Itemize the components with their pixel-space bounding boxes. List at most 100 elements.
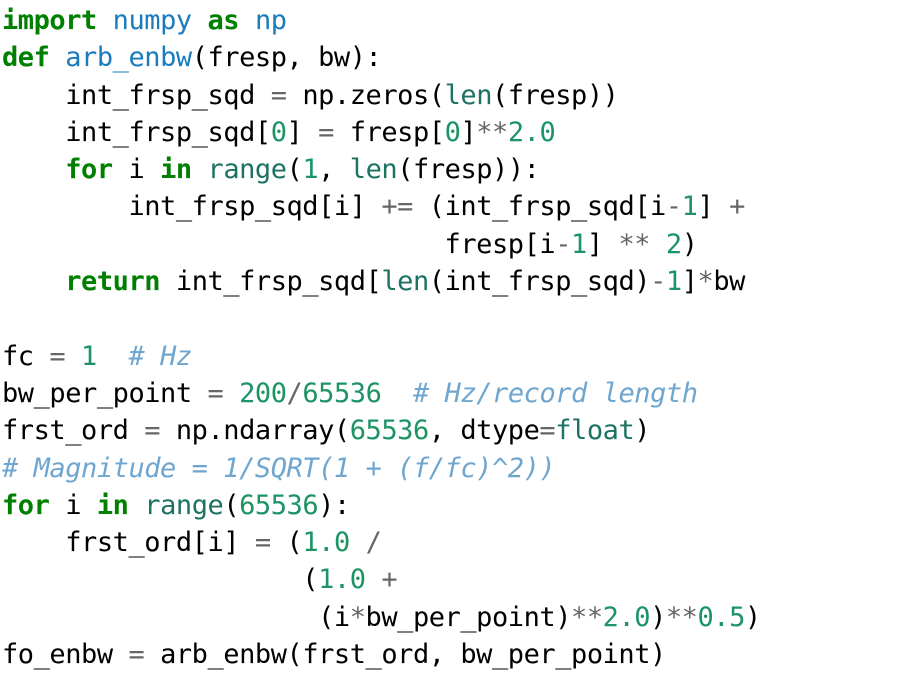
code-token-plain: ] xyxy=(681,266,698,298)
code-line[interactable]: int_frsp_sqd[i] += (int_frsp_sqd[i-1] + xyxy=(0,188,913,225)
code-token-plain: np.zeros( xyxy=(286,79,445,111)
code-line[interactable]: def arb_enbw(fresp, bw): xyxy=(0,39,913,76)
code-token-op: - xyxy=(555,228,572,260)
code-token-plain: bw_per_point xyxy=(2,377,208,409)
code-line[interactable]: bw_per_point = 200/65536 # Hz/record len… xyxy=(0,375,913,412)
code-token-op: * xyxy=(697,266,714,298)
code-token-name: numpy xyxy=(112,5,192,36)
code-token-plain: ) xyxy=(634,415,651,447)
code-token-name: arb_enbw xyxy=(65,42,192,74)
code-token-num: 1.0 xyxy=(302,527,350,559)
code-line[interactable]: import numpy as np xyxy=(0,0,913,39)
code-line[interactable]: (1.0 + xyxy=(0,561,913,598)
code-token-num: 0 xyxy=(444,116,461,148)
code-token-plain: ( xyxy=(270,527,303,559)
code-token-builtin: len xyxy=(444,79,493,111)
code-token-plain: frst_ord xyxy=(2,415,145,447)
code-token-kw: for xyxy=(65,154,113,186)
code-line[interactable]: # Magnitude = 1/SQRT(1 + (f/fc)^2)) xyxy=(0,450,913,487)
code-token-comment: # Hz xyxy=(128,340,192,372)
code-listing[interactable]: import numpy as np def arb_enbw(fresp, bw… xyxy=(0,0,913,670)
code-token-kw: in xyxy=(160,154,192,186)
code-line[interactable]: fresp[i-1] ** 2) xyxy=(0,226,913,263)
code-token-plain: (fresp)) xyxy=(492,79,619,111)
code-line[interactable]: frst_ord[i] = (1.0 / xyxy=(0,524,913,561)
code-token-num: 65536 xyxy=(302,377,382,409)
code-token-plain: , dtype xyxy=(428,415,540,447)
code-token-kw: for xyxy=(2,489,50,521)
code-token-op: ** xyxy=(665,601,698,633)
code-token-plain: , xyxy=(318,154,350,186)
code-token-comment: # Hz/record length xyxy=(413,377,698,409)
code-token-op: = xyxy=(128,639,145,671)
code-token-op: = xyxy=(207,377,224,409)
code-token-op: = xyxy=(270,79,287,111)
code-token-plain: ] xyxy=(286,116,319,148)
code-token-plain: ( xyxy=(223,489,240,521)
code-token-plain: fc xyxy=(2,340,50,372)
code-token-num: 2.0 xyxy=(507,116,556,148)
code-token-plain: ) xyxy=(681,228,698,260)
code-token-plain: (int_frsp_sqd) xyxy=(428,266,651,298)
code-line[interactable]: int_frsp_sqd[0] = fresp[0]**2.0 xyxy=(0,114,913,151)
code-token-plain: bw xyxy=(713,266,745,298)
code-line[interactable]: frst_ord = np.ndarray(65536, dtype=float… xyxy=(0,412,913,449)
code-token-builtin: len xyxy=(381,266,429,298)
code-token-num: 1 xyxy=(571,228,587,260)
code-token-plain: int_frsp_sqd xyxy=(2,79,271,111)
code-token-plain: ( xyxy=(286,154,303,186)
code-line[interactable]: fo_enbw = arb_enbw(frst_ord, bw_per_poin… xyxy=(0,636,913,673)
code-token-comment: # Magnitude = 1/SQRT(1 + (f/fc)^2)) xyxy=(2,452,556,484)
code-token-num: 65536 xyxy=(239,489,319,521)
code-token-plain: frst_ord[i] xyxy=(2,527,255,559)
code-token-plain: ) xyxy=(744,601,761,633)
code-line[interactable]: for i in range(65536): xyxy=(0,487,913,524)
code-token-plain: np.ndarray( xyxy=(160,415,350,447)
code-token-plain: ( xyxy=(2,564,319,596)
code-token-plain: ] xyxy=(460,116,477,148)
code-line[interactable]: return int_frsp_sqd[len(int_frsp_sqd)-1]… xyxy=(0,263,913,300)
code-token-plain: (int_frsp_sqd[i xyxy=(412,191,667,223)
code-token-num: 1 xyxy=(681,191,698,223)
code-token-num: 1 xyxy=(302,154,319,186)
code-line[interactable]: int_frsp_sqd = np.zeros(len(fresp)) xyxy=(0,77,913,114)
code-line[interactable]: (i*bw_per_point)**2.0)**0.5) xyxy=(0,599,913,636)
code-token-plain: arb_enbw(frst_ord, bw_per_point) xyxy=(144,639,666,671)
code-token-op: + xyxy=(729,191,745,223)
code-token-plain: ) xyxy=(650,601,666,633)
code-token-op: + xyxy=(381,564,398,596)
code-token-num: 2.0 xyxy=(602,601,651,633)
code-token-op: ** xyxy=(571,601,603,633)
code-token-plain: fresp[i xyxy=(2,228,556,260)
code-line-blank[interactable] xyxy=(0,300,913,337)
code-token-op: - xyxy=(650,266,666,298)
code-token-op: = xyxy=(318,116,334,148)
code-token-num: 65536 xyxy=(349,415,429,447)
code-token-plain: (fresp)): xyxy=(397,154,540,186)
code-token-kw: in xyxy=(96,489,129,521)
code-line[interactable]: fc = 1 # Hz xyxy=(0,338,913,375)
code-token-num: 1 xyxy=(81,340,97,372)
code-token-name: np xyxy=(254,5,287,36)
code-token-plain: int_frsp_sqd[ xyxy=(2,116,271,148)
code-token-num: 1.0 xyxy=(318,564,366,596)
code-token-op: = xyxy=(254,527,271,559)
code-token-op: = xyxy=(49,340,66,372)
code-token-plain: fo_enbw xyxy=(2,639,129,671)
code-token-plain: (fresp, bw): xyxy=(191,42,382,74)
code-token-builtin: len xyxy=(349,154,398,186)
code-token-op: - xyxy=(665,191,682,223)
code-token-op: ** xyxy=(476,116,508,148)
code-token-num: 0.5 xyxy=(697,601,746,633)
code-line[interactable]: for i in range(1, len(fresp)): xyxy=(0,151,913,188)
